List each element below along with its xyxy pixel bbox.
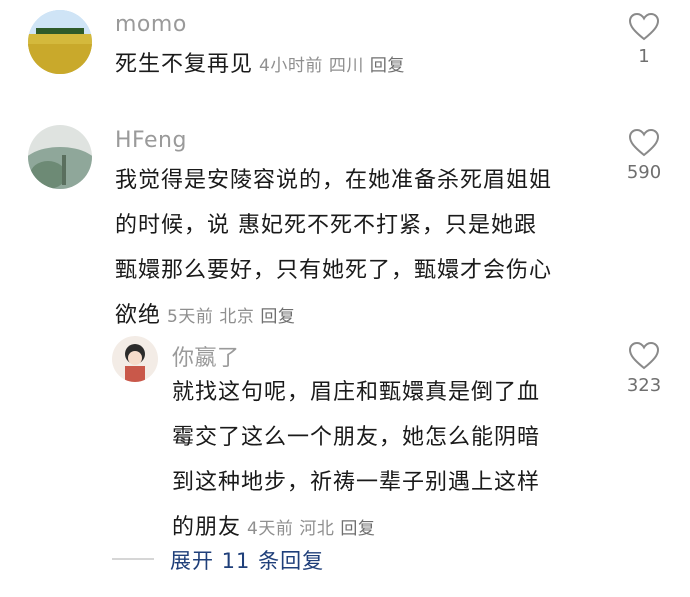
reply-button[interactable]: 回复 [340, 519, 375, 539]
like-count: 1 [638, 46, 650, 67]
comment-line: 欲绝 [115, 303, 162, 328]
comment-location: 北京 [219, 307, 255, 327]
comment-username[interactable]: momo [115, 12, 187, 37]
comment-username[interactable]: HFeng [115, 128, 187, 153]
reply-text: 就找这句呢，眉庄和甄嬛真是倒了血 霉交了这么一个朋友，她怎么能阴暗 到这种地步，… [172, 370, 602, 552]
like-button[interactable]: 1 [614, 12, 674, 67]
comment-line: 甄嬛那么要好，只有她死了，甄嬛才会伤心 [115, 258, 553, 283]
like-count: 590 [626, 162, 662, 183]
comment-line: 的时候，说 惠妃死不死不打紧，只是她跟 [115, 213, 537, 238]
avatar[interactable] [28, 125, 92, 189]
reply-location: 河北 [299, 519, 335, 539]
comment-line: 我觉得是安陵容说的，在她准备杀死眉姐姐 [115, 168, 553, 193]
like-button[interactable]: 323 [614, 341, 674, 396]
reply-button[interactable]: 回复 [370, 56, 405, 76]
comment-text: 我觉得是安陵容说的，在她准备杀死眉姐姐 的时候，说 惠妃死不死不打紧，只是她跟 … [115, 158, 605, 340]
heart-outline-icon [628, 341, 660, 370]
reply-line: 的朋友 [172, 515, 242, 540]
comment-location: 四川 [328, 56, 364, 76]
comment-text: 死生不复再见 4小时前 四川 回复 [115, 42, 405, 89]
reply-line: 霉交了这么一个朋友，她怎么能阴暗 [172, 425, 541, 450]
reply-time: 4天前 [247, 519, 294, 539]
reply-line: 到这种地步，祈祷一辈子别遇上这样 [172, 470, 541, 495]
avatar-image [28, 125, 92, 189]
comment-body: 死生不复再见 [115, 52, 254, 77]
reply-username[interactable]: 你嬴了 [172, 340, 240, 372]
heart-outline-icon [628, 12, 660, 41]
reply-button[interactable]: 回复 [260, 307, 295, 327]
reply-line: 就找这句呢，眉庄和甄嬛真是倒了血 [172, 380, 541, 405]
avatar-image [112, 336, 158, 382]
avatar-image [28, 10, 92, 74]
comment-time: 4小时前 [259, 56, 323, 76]
avatar[interactable] [28, 10, 92, 74]
heart-outline-icon [628, 128, 660, 157]
avatar[interactable] [112, 336, 158, 382]
expand-replies-button[interactable]: 展开 11 条回复 [170, 545, 324, 575]
expand-divider [112, 558, 154, 560]
like-count: 323 [626, 375, 662, 396]
comment-time: 5天前 [167, 307, 214, 327]
like-button[interactable]: 590 [614, 128, 674, 183]
